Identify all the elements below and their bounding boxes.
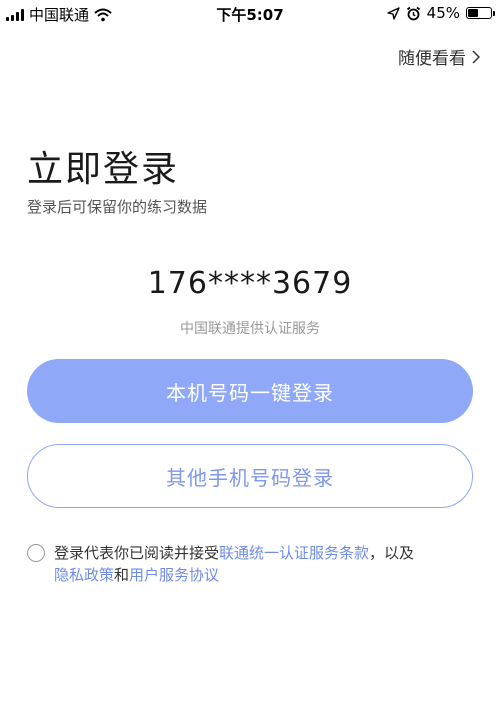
masked-phone-number: 176****3679 [147,266,353,301]
agreement-prefix: 登录代表你已阅读并接受 [54,544,220,562]
user-agreement-link[interactable]: 用户服务协议 [129,566,219,584]
agreement-checkbox[interactable] [27,544,45,562]
alarm-icon [406,6,420,20]
one-click-login-label: 本机号码一键登录 [166,380,334,405]
page-title: 立即登录 [27,149,180,190]
battery-icon [466,7,495,19]
battery-percent: 45% [426,4,460,22]
other-phone-login-label: 其他手机号码登录 [166,465,334,490]
battery-level-fill [468,9,478,17]
one-click-login-button[interactable]: 本机号码一键登录 [27,359,473,423]
agreement-text: 登录代表你已阅读并接受联通统一认证服务条款，以及隐私政策和用户服务协议 [54,542,474,586]
status-right: 45% [386,4,495,22]
chevron-right-icon [472,49,480,64]
page-subtitle: 登录后可保留你的练习数据 [27,198,208,216]
terms-link[interactable]: 联通统一认证服务条款 [219,544,369,562]
location-arrow-icon [386,6,400,20]
agreement-conjunction: 和 [114,566,130,584]
skip-label: 随便看看 [398,49,466,69]
other-phone-login-button[interactable]: 其他手机号码登录 [27,444,473,508]
auth-provider-note: 中国联通提供认证服务 [180,321,320,337]
status-bar: 中国联通 下午5:07 45% [0,0,500,30]
skip-login-link[interactable]: 随便看看 [398,44,480,69]
privacy-policy-link[interactable]: 隐私政策 [54,566,114,584]
agreement-separator: ，以及 [369,544,415,562]
